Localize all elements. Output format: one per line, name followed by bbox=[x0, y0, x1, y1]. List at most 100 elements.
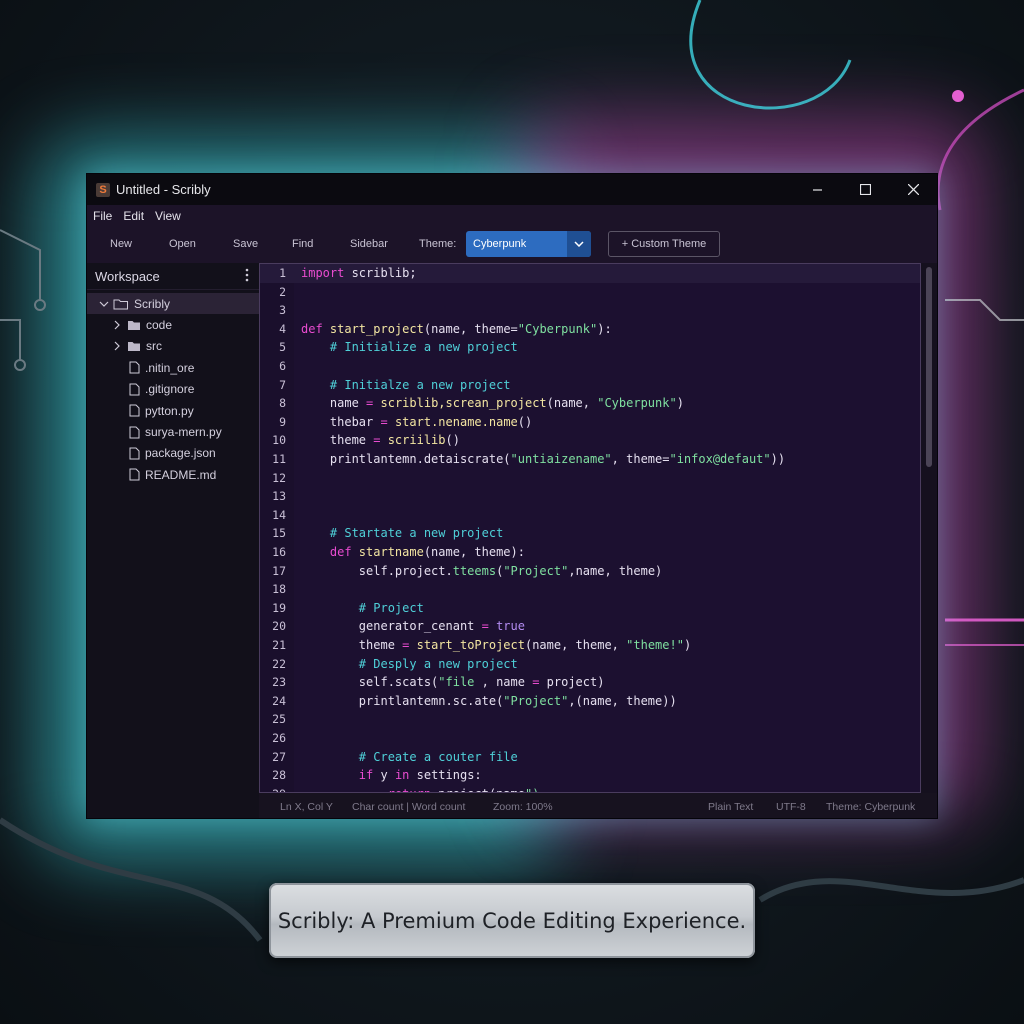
code-token: "Cyberpunk" bbox=[517, 321, 598, 336]
code-text: printlantemn.sc.ate("Project",(name, the… bbox=[301, 692, 677, 711]
code-line[interactable]: 18 bbox=[260, 580, 920, 599]
tree-file[interactable]: surya-mern.py bbox=[87, 421, 259, 442]
new-button[interactable]: New bbox=[110, 238, 132, 250]
code-line[interactable]: 6 bbox=[260, 357, 920, 376]
scrollbar-thumb[interactable] bbox=[926, 267, 932, 467]
code-line[interactable]: 1 import scriblib; bbox=[260, 264, 920, 283]
vertical-scrollbar[interactable] bbox=[921, 263, 937, 793]
code-line[interactable]: 5 # Initialize a new project bbox=[260, 338, 920, 357]
code-token: # Startate a new project bbox=[301, 526, 504, 541]
code-line[interactable]: 29 return project(name") bbox=[260, 785, 920, 792]
file-icon bbox=[129, 426, 140, 439]
code-line[interactable]: 17 self.project.tteems("Project",name, t… bbox=[260, 562, 920, 581]
code-line[interactable]: 25 bbox=[260, 710, 920, 729]
tree-folder[interactable]: src bbox=[87, 336, 259, 357]
tree-label: README.md bbox=[145, 467, 217, 482]
code-line[interactable]: 14 bbox=[260, 506, 920, 525]
close-button[interactable] bbox=[889, 174, 937, 205]
window-title: Untitled - Scribly bbox=[116, 182, 211, 197]
custom-theme-button[interactable]: + Custom Theme bbox=[608, 231, 720, 257]
code-line[interactable]: 23 self.scats("file , name = project) bbox=[260, 673, 920, 692]
tree-label: pytton.py bbox=[145, 403, 194, 418]
line-number: 19 bbox=[272, 600, 286, 615]
tree-file[interactable]: .gitignore bbox=[87, 379, 259, 400]
code-line[interactable]: 21 theme = start_toProject(name, theme, … bbox=[260, 636, 920, 655]
theme-select[interactable]: Cyberpunk bbox=[466, 231, 591, 257]
tree-folder[interactable]: code bbox=[87, 314, 259, 335]
cursor-position: Ln X, Col Y bbox=[280, 801, 333, 813]
menu-edit[interactable]: Edit bbox=[123, 209, 144, 223]
code-token: (name, bbox=[546, 396, 598, 411]
line-number: 15 bbox=[272, 526, 286, 541]
code-line[interactable]: 27 # Create a couter file bbox=[260, 748, 920, 767]
tree-file[interactable]: .nitin_ore bbox=[87, 357, 259, 378]
tree-file[interactable]: pytton.py bbox=[87, 400, 259, 421]
chevron-right-icon bbox=[114, 320, 120, 330]
code-editor[interactable]: 1 import scriblib; 2 3 4 def start_project(na… bbox=[259, 263, 921, 793]
open-button[interactable]: Open bbox=[169, 238, 196, 250]
code-line[interactable]: 24 printlantemn.sc.ate("Project",(name, … bbox=[260, 692, 920, 711]
code-token: printlantemn.detaiscrate( bbox=[301, 452, 511, 466]
sidebar-toggle-button[interactable]: Sidebar bbox=[350, 238, 388, 250]
code-token: theme bbox=[301, 433, 374, 448]
code-line[interactable]: 28 if y in settings: bbox=[260, 766, 920, 785]
line-number: 18 bbox=[272, 582, 286, 597]
code-text: # Project bbox=[301, 599, 424, 618]
tree-label: package.json bbox=[145, 446, 216, 461]
code-line[interactable]: 10 theme = scriilib() bbox=[260, 431, 920, 450]
code-line[interactable]: 15 # Startate a new project bbox=[260, 524, 920, 543]
code-text: generator_cenant = true bbox=[301, 617, 525, 636]
code-line[interactable]: 2 bbox=[260, 283, 920, 302]
tree-file[interactable]: README.md bbox=[87, 464, 259, 485]
tree-root-folder[interactable]: Scribly bbox=[87, 293, 259, 315]
theme-select-value: Cyberpunk bbox=[473, 238, 527, 250]
file-icon bbox=[129, 383, 140, 396]
code-token: ) bbox=[683, 638, 692, 652]
more-options-icon[interactable] bbox=[245, 268, 249, 282]
code-line[interactable]: 26 bbox=[260, 729, 920, 748]
theme-status[interactable]: Theme: Cyberpunk bbox=[826, 801, 915, 813]
file-icon bbox=[129, 447, 140, 460]
file-tree: Scribly code src .nitin_ore .gitignore p… bbox=[87, 290, 259, 486]
code-text: name = scriblib,screan_project(name, "Cy… bbox=[301, 394, 684, 413]
encoding[interactable]: UTF-8 bbox=[776, 801, 806, 813]
code-token: = bbox=[481, 619, 489, 634]
code-text: theme = start_toProject(name, theme, "th… bbox=[301, 636, 691, 655]
code-token: scriilib bbox=[380, 433, 446, 448]
code-line[interactable]: 9 thebar = start.nename.name() bbox=[260, 413, 920, 432]
code-line[interactable]: 12 bbox=[260, 469, 920, 488]
code-text: theme = scriilib() bbox=[301, 431, 460, 450]
code-line[interactable]: 3 bbox=[260, 301, 920, 320]
code-line[interactable]: 20 generator_cenant = true bbox=[260, 617, 920, 636]
line-number: 29 bbox=[260, 785, 286, 792]
code-line[interactable]: 13 bbox=[260, 487, 920, 506]
window-controls bbox=[793, 174, 937, 205]
code-line[interactable]: 7 # Initialze a new project bbox=[260, 376, 920, 395]
code-token: (name, theme, bbox=[524, 638, 627, 652]
line-number: 25 bbox=[272, 712, 286, 727]
menu-view[interactable]: View bbox=[155, 209, 181, 223]
tree-label: .nitin_ore bbox=[145, 360, 195, 375]
zoom-level[interactable]: Zoom: 100% bbox=[493, 801, 553, 813]
caption-banner: Scribly: A Premium Code Editing Experien… bbox=[269, 883, 755, 958]
minimize-button[interactable] bbox=[793, 174, 841, 205]
language-mode[interactable]: Plain Text bbox=[708, 801, 753, 813]
code-line[interactable]: 4 def start_project(name, theme="Cyberpun… bbox=[260, 320, 920, 339]
code-token: settings: bbox=[409, 768, 482, 783]
tree-file[interactable]: package.json bbox=[87, 443, 259, 464]
menu-file[interactable]: File bbox=[93, 209, 112, 223]
maximize-button[interactable] bbox=[841, 174, 889, 205]
code-line[interactable]: 11 printlantemn.detaiscrate("untiaizenam… bbox=[260, 450, 920, 469]
workspace-sidebar: Workspace Scribly code src .nitin_ore .g… bbox=[87, 263, 260, 818]
chevron-down-icon[interactable] bbox=[567, 231, 591, 257]
code-token: if bbox=[301, 768, 374, 783]
save-button[interactable]: Save bbox=[233, 238, 258, 250]
find-button[interactable]: Find bbox=[292, 238, 313, 250]
code-line[interactable]: 22 # Desply a new project bbox=[260, 655, 920, 674]
code-line[interactable]: 8 name = scriblib,screan_project(name, "… bbox=[260, 394, 920, 413]
code-token: , name bbox=[474, 675, 533, 690]
code-token: ,(name, theme)) bbox=[568, 693, 677, 708]
code-line[interactable]: 16 def startname(name, theme): bbox=[260, 543, 920, 562]
code-token: "untiaizename" bbox=[510, 452, 612, 466]
code-line[interactable]: 19 # Project bbox=[260, 599, 920, 618]
